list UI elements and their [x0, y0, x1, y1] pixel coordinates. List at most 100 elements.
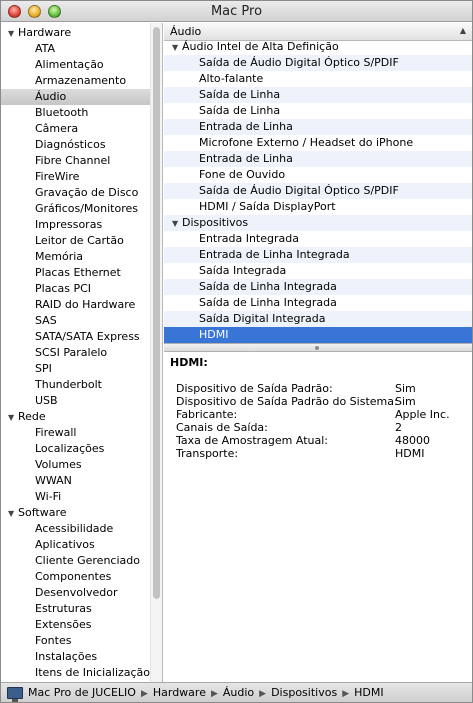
sidebar-item[interactable]: Cliente Gerenciado [1, 553, 150, 569]
sidebar-item-label: SCSI Paralelo [35, 346, 108, 359]
sidebar-item[interactable]: Desenvolvedor [1, 585, 150, 601]
sidebar-item-label: Componentes [35, 570, 112, 583]
sidebar-item-label: Hardware [18, 26, 72, 39]
sidebar-item-label: Itens de Inicialização [35, 666, 151, 679]
sidebar-item[interactable]: WWAN [1, 473, 150, 489]
sidebar-item[interactable]: Áudio [1, 89, 150, 105]
sidebar-item-label: Gravação de Disco [35, 186, 139, 199]
device-row[interactable]: Saída de Áudio Digital Óptico S/PDIF [164, 183, 472, 199]
sidebar-item[interactable]: Placas PCI [1, 281, 150, 297]
sort-ascending-icon: ▲ [459, 26, 466, 35]
sidebar-item[interactable]: Câmera [1, 121, 150, 137]
property-row: Canais de Saída: 2 [176, 421, 466, 434]
sidebar-scrollbar-thumb[interactable] [153, 27, 160, 599]
sidebar-item[interactable]: Instalações [1, 649, 150, 665]
sidebar-item-label: Volumes [35, 458, 82, 471]
device-group-row[interactable]: ▼ Áudio Intel de Alta Definição [164, 39, 472, 55]
sidebar-item-label: Extensões [35, 618, 92, 631]
disclosure-triangle-icon[interactable]: ▼ [8, 26, 18, 42]
sidebar-item[interactable]: Componentes [1, 569, 150, 585]
disclosure-triangle-icon[interactable]: ▼ [172, 216, 182, 232]
sidebar-item[interactable]: Memória [1, 249, 150, 265]
breadcrumb-item[interactable]: Hardware [153, 686, 206, 699]
device-row[interactable]: Saída de Áudio Digital Óptico S/PDIF [164, 55, 472, 71]
sidebar-item[interactable]: FireWire [1, 169, 150, 185]
sidebar-item[interactable]: ATA [1, 41, 150, 57]
device-row[interactable]: Saída Integrada [164, 263, 472, 279]
disclosure-triangle-icon[interactable]: ▼ [172, 40, 182, 56]
breadcrumb-item[interactable]: HDMI [354, 686, 383, 699]
device-row[interactable]: Saída de Linha Integrada [164, 295, 472, 311]
device-row-label: Saída de Áudio Digital Óptico S/PDIF [199, 184, 399, 197]
sidebar-item[interactable]: Firewall [1, 425, 150, 441]
sidebar-item[interactable]: Gravação de Disco [1, 185, 150, 201]
sidebar-item-label: Thunderbolt [35, 378, 102, 391]
sidebar-item-label: Gráficos/Monitores [35, 202, 139, 215]
sidebar-item[interactable]: Leitor de Cartão [1, 233, 150, 249]
sidebar-item[interactable]: SAS [1, 313, 150, 329]
sidebar-item-label: SPI [35, 362, 52, 375]
sidebar-item-label: Câmera [35, 122, 79, 135]
sidebar-item[interactable]: Estruturas [1, 601, 150, 617]
device-row[interactable]: Saída de Linha [164, 87, 472, 103]
sidebar-item-label: Software [18, 506, 67, 519]
sidebar-item[interactable]: Placas Ethernet [1, 265, 150, 281]
device-row[interactable]: Fone de Ouvido [164, 167, 472, 183]
disclosure-triangle-icon[interactable]: ▼ [8, 506, 18, 522]
sidebar-item[interactable]: Thunderbolt [1, 377, 150, 393]
sidebar-item[interactable]: Extensões [1, 617, 150, 633]
sidebar-item[interactable]: Fontes [1, 633, 150, 649]
sidebar-item[interactable]: Localizações [1, 441, 150, 457]
sidebar-item[interactable]: USB [1, 393, 150, 409]
device-group-row[interactable]: ▼ Dispositivos [164, 215, 472, 231]
sidebar-item-label: Áudio [35, 90, 67, 103]
device-row[interactable]: Entrada de Linha Integrada [164, 247, 472, 263]
sidebar-item[interactable]: SCSI Paralelo [1, 345, 150, 361]
device-row-label: Fone de Ouvido [199, 168, 286, 181]
breadcrumb-item[interactable]: Dispositivos [271, 686, 337, 699]
sidebar-item[interactable]: SATA/SATA Express [1, 329, 150, 345]
sidebar-item[interactable]: Fibre Channel [1, 153, 150, 169]
disclosure-triangle-icon[interactable]: ▼ [8, 410, 18, 426]
device-row[interactable]: Saída Digital Integrada [164, 311, 472, 327]
sidebar-item[interactable]: Acessibilidade [1, 521, 150, 537]
sidebar-item[interactable]: Itens de Inicialização [1, 665, 150, 681]
sidebar-item[interactable]: Wi-Fi [1, 489, 150, 505]
device-row-label: Áudio Intel de Alta Definição [182, 40, 339, 53]
device-row[interactable]: Entrada de Linha [164, 151, 472, 167]
device-row[interactable]: Saída de Linha Integrada [164, 279, 472, 295]
sidebar-item-label: Firewall [35, 426, 77, 439]
pane-splitter[interactable] [164, 343, 472, 352]
sidebar-item[interactable]: SPI [1, 361, 150, 377]
sidebar-item[interactable]: RAID do Hardware [1, 297, 150, 313]
device-row[interactable]: HDMI / Saída DisplayPort [164, 199, 472, 215]
property-value: 48000 [395, 434, 430, 447]
device-row[interactable]: HDMI [164, 327, 472, 343]
sidebar-section[interactable]: ▼ Rede [1, 409, 150, 425]
column-header-label: Áudio [170, 25, 202, 38]
sidebar-item[interactable]: Bluetooth [1, 105, 150, 121]
sidebar-item[interactable]: Volumes [1, 457, 150, 473]
breadcrumb-item[interactable]: Áudio [223, 686, 254, 699]
title-bar[interactable]: Mac Pro [1, 1, 472, 22]
device-row[interactable]: Entrada de Linha [164, 119, 472, 135]
sidebar-section[interactable]: ▼ Software [1, 505, 150, 521]
device-row-label: Saída Integrada [199, 264, 287, 277]
sidebar-item[interactable]: Armazenamento [1, 73, 150, 89]
sidebar-item-label: Fontes [35, 634, 72, 647]
breadcrumb-item[interactable]: Mac Pro de JUCELIO [28, 686, 136, 699]
sidebar-item[interactable]: Diagnósticos [1, 137, 150, 153]
sidebar-item-label: Leitor de Cartão [35, 234, 124, 247]
device-row[interactable]: Saída de Linha [164, 103, 472, 119]
sidebar-section[interactable]: ▼ Hardware [1, 25, 150, 41]
device-row[interactable]: Microfone Externo / Headset do iPhone [164, 135, 472, 151]
device-row-label: Entrada de Linha [199, 120, 293, 133]
sidebar-item-label: Armazenamento [35, 74, 127, 87]
sidebar-item[interactable]: Aplicativos [1, 537, 150, 553]
device-row[interactable]: Alto-falante [164, 71, 472, 87]
sidebar-item[interactable]: Impressoras [1, 217, 150, 233]
sidebar-item[interactable]: Alimentação [1, 57, 150, 73]
sidebar-item[interactable]: Gráficos/Monitores [1, 201, 150, 217]
sidebar-item-label: Impressoras [35, 218, 103, 231]
device-row[interactable]: Entrada Integrada [164, 231, 472, 247]
